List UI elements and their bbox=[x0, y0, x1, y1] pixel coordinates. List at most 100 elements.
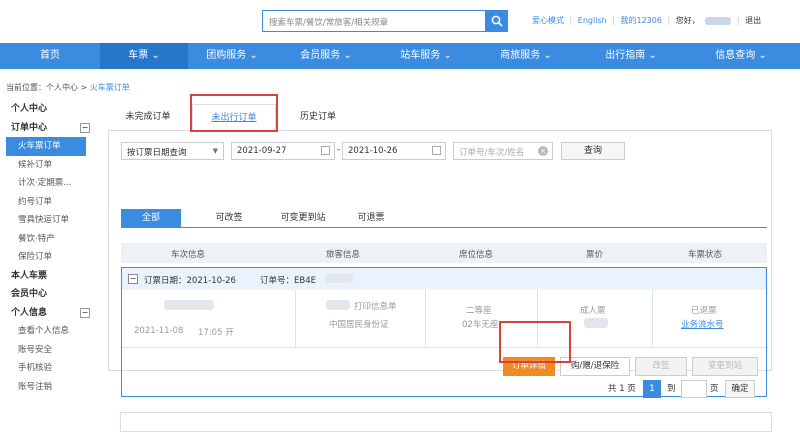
calendar-icon[interactable] bbox=[321, 146, 330, 155]
sidebar-item-pass-tickets[interactable]: 计次·定期票... bbox=[0, 174, 100, 193]
nav-travel-guide[interactable]: 出行指南 ⌄ bbox=[576, 43, 686, 69]
top-links: 爱心模式 | English | 我的12306 | 您好， | 退出 bbox=[532, 15, 764, 26]
sidebar-member-center[interactable]: 会员中心 bbox=[0, 285, 100, 304]
page-current[interactable]: 1 bbox=[643, 380, 661, 398]
search-input[interactable]: 搜索车票/餐饮/常旅客/相关规章 bbox=[262, 10, 486, 32]
calendar-icon[interactable] bbox=[432, 146, 441, 155]
price-redacted bbox=[584, 318, 608, 328]
order-panel: 未完成订单 未出行订单 历史订单 按订票日期查询 ▼ 2021-09-27 - 2… bbox=[108, 94, 772, 398]
order-date: 订票日期：2021-10-26 bbox=[144, 276, 236, 286]
sidebar-item-account-security[interactable]: 账号安全 bbox=[0, 341, 100, 360]
collapse-icon[interactable]: − bbox=[128, 274, 138, 284]
id-type: 中国居民身份证 bbox=[329, 320, 389, 330]
collapse-icon[interactable]: − bbox=[80, 122, 90, 133]
print-info-note: 打印信息单 bbox=[354, 302, 397, 312]
sidebar-item-train-orders[interactable]: 火车票订单 bbox=[6, 137, 86, 156]
query-button[interactable]: 查询 bbox=[561, 142, 625, 160]
tab-unfinished[interactable]: 未完成订单 bbox=[108, 104, 188, 131]
main-nav: 首页 车票 ⌄ 团购服务 ⌄ 会员服务 ⌄ 站车服务 ⌄ 商旅服务 ⌄ 出行指南… bbox=[0, 43, 800, 69]
nav-info-query[interactable]: 信息查询 ⌄ bbox=[686, 43, 796, 69]
sidebar-item-waitlist[interactable]: 候补订单 bbox=[0, 156, 100, 175]
clear-icon[interactable]: × bbox=[538, 146, 548, 156]
nav-member-service[interactable]: 会员服务 ⌄ bbox=[276, 43, 376, 69]
order-content: 按订票日期查询 ▼ 2021-09-27 - 2021-10-26 订单号/车次/… bbox=[108, 131, 772, 397]
col-price: 票价 bbox=[586, 250, 604, 260]
change-station-button[interactable]: 变更到站 bbox=[692, 357, 758, 376]
ticket-status: 已退票 bbox=[691, 306, 717, 316]
logout-link[interactable]: 退出 bbox=[745, 16, 761, 25]
sidebar-item-insurance[interactable]: 保险订单 bbox=[0, 248, 100, 267]
page-unit-label: 页 bbox=[710, 384, 719, 394]
nav-business-service[interactable]: 商旅服务 ⌄ bbox=[476, 43, 576, 69]
filter-refundable[interactable]: 可退票 bbox=[341, 209, 401, 227]
nav-home[interactable]: 首页 bbox=[0, 43, 100, 69]
divider: | bbox=[569, 16, 573, 25]
col-ticket-status: 车票状态 bbox=[688, 250, 723, 260]
search-button[interactable] bbox=[486, 10, 508, 32]
chevron-down-icon: ▼ bbox=[212, 147, 218, 155]
col-seat-info: 席位信息 bbox=[459, 250, 494, 260]
sidebar-my-tickets[interactable]: 本人车票 bbox=[0, 267, 100, 286]
sidebar-item-view-info[interactable]: 查看个人信息 bbox=[0, 322, 100, 341]
filter-all[interactable]: 全部 bbox=[121, 209, 181, 227]
order-number: 订单号：EB4E bbox=[260, 276, 316, 286]
sidebar-item-phone-verify[interactable]: 手机核验 bbox=[0, 359, 100, 378]
passenger-name-redacted bbox=[326, 300, 350, 310]
english-link[interactable]: English bbox=[578, 16, 607, 25]
sidebar-item-ski-express[interactable]: 雪具快运订单 bbox=[0, 211, 100, 230]
col-train-info: 车次信息 bbox=[171, 250, 206, 260]
care-mode-link[interactable]: 爱心模式 bbox=[532, 16, 564, 25]
page-goto-label: 到 bbox=[667, 384, 676, 394]
sidebar-personal-center[interactable]: 个人中心 bbox=[0, 100, 100, 119]
filter-underline bbox=[121, 227, 767, 228]
divider: | bbox=[612, 16, 615, 25]
query-type-select[interactable]: 按订票日期查询 ▼ bbox=[121, 142, 224, 160]
seat-class: 二等座 bbox=[466, 306, 492, 316]
keyword-placeholder: 订单号/车次/姓名 bbox=[459, 148, 525, 158]
breadcrumb: 当前位置：个人中心 > 火车票订单 bbox=[6, 82, 130, 93]
col-passenger-info: 旅客信息 bbox=[326, 250, 361, 260]
sidebar-item-account-cancel[interactable]: 账号注销 bbox=[0, 378, 100, 397]
breadcrumb-prefix: 当前位置：个人中心 > bbox=[6, 83, 90, 92]
date-from-value: 2021-09-27 bbox=[237, 146, 287, 156]
query-type-value: 按订票日期查询 bbox=[127, 148, 187, 158]
table-header: 车次信息 旅客信息 席位信息 票价 车票状态 bbox=[121, 243, 767, 263]
sidebar-personal-info[interactable]: 个人信息 − bbox=[0, 304, 100, 323]
nav-station-service[interactable]: 站车服务 ⌄ bbox=[376, 43, 476, 69]
search-icon bbox=[491, 15, 503, 27]
page-confirm-button[interactable]: 确定 bbox=[725, 380, 755, 398]
passenger-cell: 打印信息单 中国居民身份证 bbox=[296, 290, 426, 348]
sidebar-label: 个人信息 bbox=[11, 307, 48, 318]
date-separator: - bbox=[337, 145, 341, 155]
serial-number-link[interactable]: 业务流水号 bbox=[681, 318, 724, 330]
my-12306-link[interactable]: 我的12306 bbox=[620, 16, 661, 25]
nav-group-service[interactable]: 团购服务 ⌄ bbox=[188, 43, 276, 69]
sidebar-label: 订单中心 bbox=[11, 122, 48, 133]
highlight-box bbox=[190, 94, 278, 132]
divider: | bbox=[667, 16, 671, 25]
sidebar: 个人中心 订单中心 − 火车票订单 候补订单 计次·定期票... 约号订单 雪具快… bbox=[0, 100, 100, 396]
username-redacted bbox=[705, 16, 732, 25]
date-to-input[interactable]: 2021-10-26 bbox=[342, 142, 446, 160]
order-header: − 订票日期：2021-10-26 订单号：EB4E bbox=[122, 268, 766, 290]
table-row: 2021-11-08 17:05 开 打印信息单 中国居民身份证 二等座 02车… bbox=[122, 290, 766, 348]
nav-tickets[interactable]: 车票 ⌄ bbox=[100, 43, 188, 69]
breadcrumb-current[interactable]: 火车票订单 bbox=[90, 83, 130, 92]
filter-change-station[interactable]: 可变更到站 bbox=[267, 209, 339, 227]
order-number-redacted bbox=[325, 274, 353, 283]
seat-number: 02车无座 bbox=[462, 320, 499, 330]
divider: | bbox=[736, 16, 740, 25]
sidebar-order-center[interactable]: 订单中心 − bbox=[0, 119, 100, 138]
date-from-input[interactable]: 2021-09-27 bbox=[231, 142, 335, 160]
filter-changeable[interactable]: 可改签 bbox=[199, 209, 259, 227]
keyword-input[interactable]: 订单号/车次/姓名 × bbox=[453, 142, 553, 160]
train-cell: 2021-11-08 17:05 开 bbox=[122, 290, 296, 348]
page-goto-input[interactable] bbox=[681, 380, 707, 398]
sidebar-item-catering[interactable]: 餐饮·特产 bbox=[0, 230, 100, 249]
train-no-redacted bbox=[164, 300, 214, 310]
collapse-icon[interactable]: − bbox=[80, 307, 90, 318]
sidebar-item-reserved[interactable]: 约号订单 bbox=[0, 193, 100, 212]
tab-history[interactable]: 历史订单 bbox=[278, 104, 358, 131]
status-cell: 已退票 业务流水号 bbox=[653, 290, 766, 348]
change-ticket-button[interactable]: 改签 bbox=[635, 357, 687, 376]
